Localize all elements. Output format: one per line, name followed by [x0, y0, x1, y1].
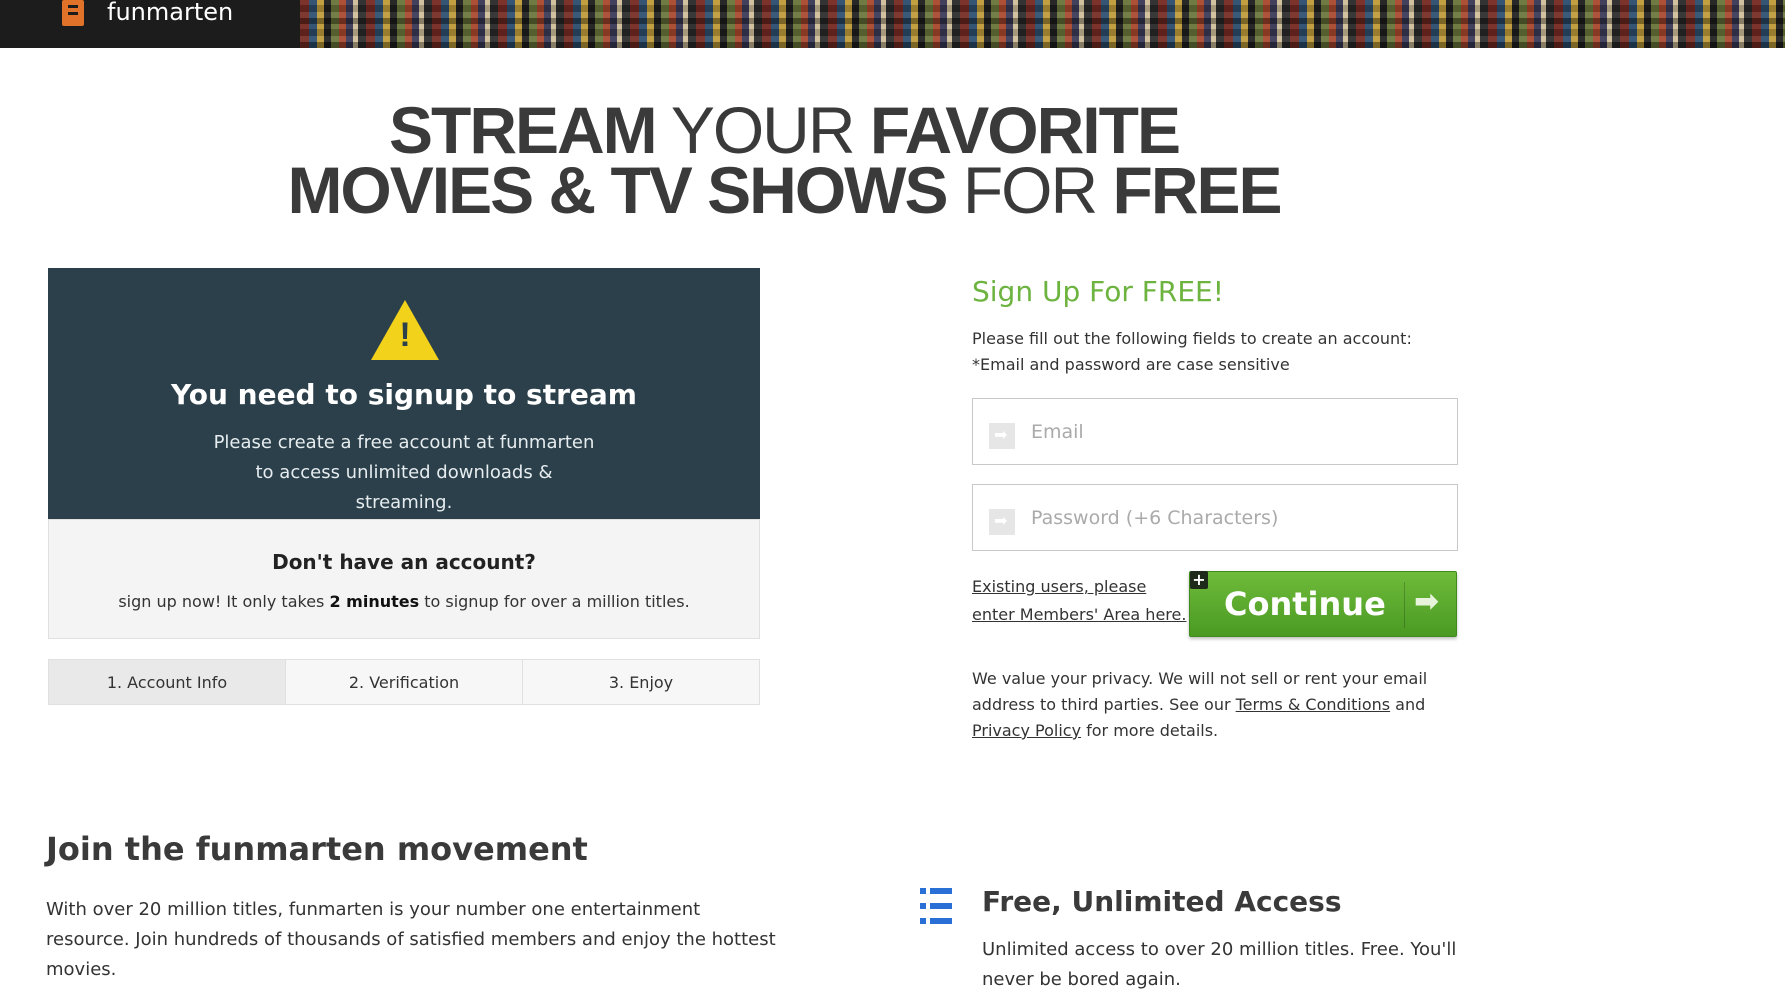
movement-title: Join the funmarten movement	[46, 830, 588, 868]
step-account-info: 1. Account Info	[49, 660, 286, 704]
no-account-text-before: sign up now! It only takes	[118, 592, 330, 611]
terms-link[interactable]: Terms & Conditions	[1236, 695, 1390, 714]
arrow-right-icon: ➡	[1414, 584, 1440, 619]
privacy-and: and	[1390, 695, 1426, 714]
brand-name[interactable]: funmarten	[107, 0, 233, 26]
email-input[interactable]	[1031, 417, 1431, 447]
privacy-text-after: for more details.	[1081, 721, 1219, 740]
arrow-right-icon	[989, 423, 1015, 449]
continue-label: Continue	[1224, 585, 1386, 623]
no-account-text-bold: 2 minutes	[329, 592, 420, 611]
privacy-policy-link[interactable]: Privacy Policy	[972, 721, 1081, 740]
notice-title: You need to signup to stream	[171, 378, 637, 411]
signup-desc-line1: Please fill out the following fields to …	[972, 329, 1412, 348]
signup-desc-line2: *Email and password are case sensitive	[972, 355, 1290, 374]
step-verification: 2. Verification	[286, 660, 523, 704]
password-field[interactable]	[972, 484, 1458, 551]
signup-description: Please fill out the following fields to …	[972, 326, 1432, 378]
poster-mosaic-banner	[300, 0, 1785, 48]
top-bar: funmarten	[0, 0, 1785, 48]
arrow-right-icon	[989, 509, 1015, 535]
plus-icon: +	[1190, 571, 1208, 589]
warning-mark: !	[399, 316, 411, 354]
signup-steps: 1. Account Info 2. Verification 3. Enjoy	[48, 659, 760, 705]
no-account-text-after: to signup for over a million titles.	[419, 592, 690, 611]
signup-required-notice: ! You need to signup to stream Please cr…	[48, 268, 760, 519]
film-strip-icon[interactable]	[62, 0, 84, 26]
headline-movies-tv: MOVIES & TV SHOWS	[287, 153, 948, 227]
continue-button[interactable]: Continue ➡	[1189, 571, 1457, 637]
email-field[interactable]	[972, 398, 1458, 465]
continue-divider	[1404, 582, 1405, 628]
headline-free: FREE	[1112, 153, 1283, 227]
feature-title: Free, Unlimited Access	[982, 885, 1342, 918]
members-area-link[interactable]: Existing users, please enter Members' Ar…	[972, 573, 1192, 629]
no-account-text: sign up now! It only takes 2 minutes to …	[49, 592, 759, 611]
notice-text: Please create a free account at funmarte…	[213, 432, 595, 513]
privacy-notice: We value your privacy. We will not sell …	[972, 666, 1432, 744]
movement-text: With over 20 million titles, funmarten i…	[46, 899, 776, 980]
headline-for: FOR	[946, 153, 1113, 227]
step-enjoy: 3. Enjoy	[523, 660, 759, 704]
hero-headline: STREAM YOUR FAVORITE MOVIES & TV SHOWS F…	[0, 97, 1568, 223]
password-input[interactable]	[1031, 503, 1431, 533]
feature-text: Unlimited access to over 20 million titl…	[982, 939, 1457, 990]
no-account-panel: Don't have an account? sign up now! It o…	[48, 519, 760, 639]
list-icon	[920, 888, 954, 924]
no-account-title: Don't have an account?	[272, 550, 536, 574]
signup-title: Sign Up For FREE!	[972, 275, 1224, 308]
